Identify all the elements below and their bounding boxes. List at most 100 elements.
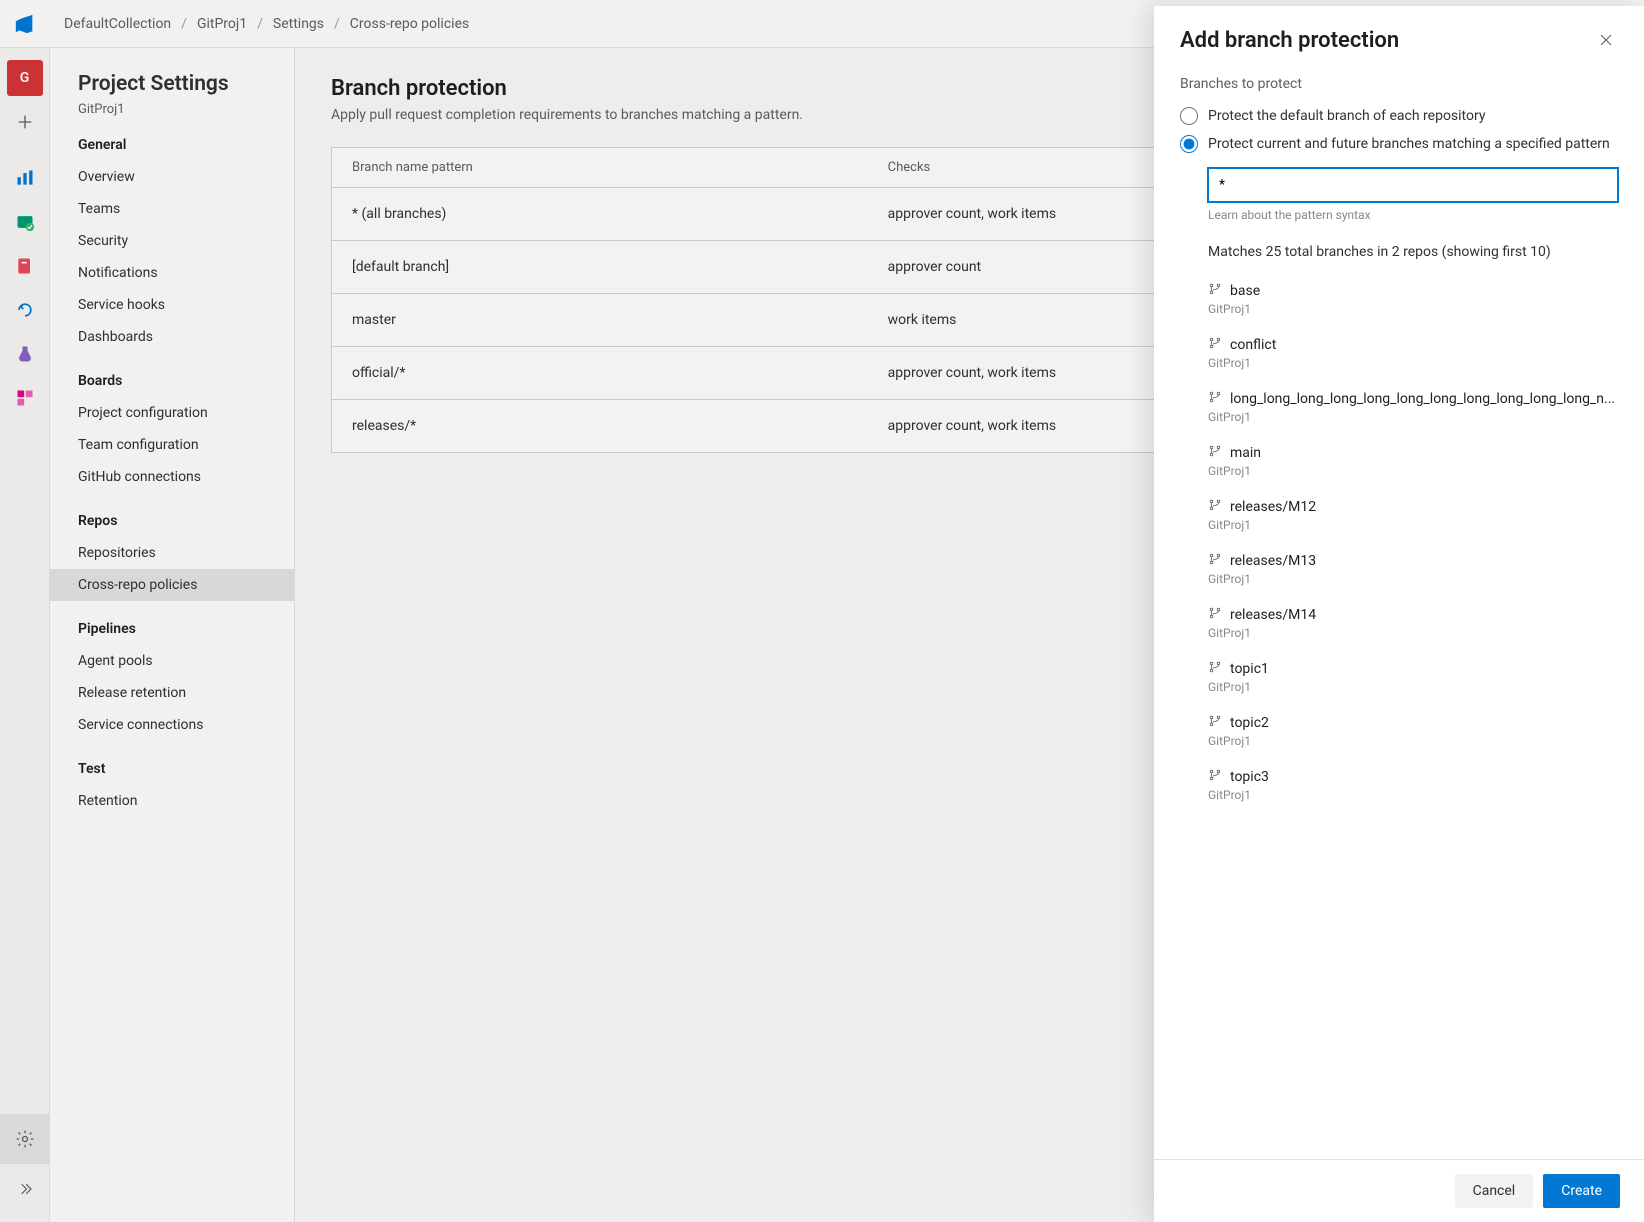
add-branch-protection-panel: Add branch protection Branches to protec… bbox=[1154, 6, 1644, 1222]
nav-group-label: Repos bbox=[78, 513, 294, 529]
branch-repo: GitProj1 bbox=[1208, 626, 1618, 640]
branch-icon bbox=[1208, 552, 1222, 570]
test-plans-icon[interactable] bbox=[7, 336, 43, 372]
radio-pattern-branch[interactable]: Protect current and future branches matc… bbox=[1180, 130, 1618, 158]
azure-devops-logo-icon[interactable] bbox=[14, 13, 36, 35]
cell-pattern: [default branch] bbox=[332, 241, 868, 294]
settings-nav-title: Project Settings bbox=[78, 72, 294, 96]
nav-item[interactable]: Agent pools bbox=[50, 645, 294, 677]
branch-icon bbox=[1208, 336, 1222, 354]
branch-match-row: topic2 GitProj1 bbox=[1208, 706, 1618, 760]
branch-name: releases/M14 bbox=[1208, 606, 1618, 624]
branch-icon bbox=[1208, 606, 1222, 624]
branch-match-row: releases/M12GitProj1 bbox=[1208, 490, 1618, 544]
branch-name: conflict bbox=[1208, 336, 1618, 354]
nav-item[interactable]: Release retention bbox=[50, 677, 294, 709]
breadcrumb-separator: / bbox=[257, 16, 263, 32]
breadcrumb-item[interactable]: Cross-repo policies bbox=[350, 16, 469, 32]
branch-repo: GitProj1 bbox=[1208, 788, 1618, 802]
branch-repo: GitProj1 bbox=[1208, 734, 1618, 748]
nav-group-label: Boards bbox=[78, 373, 294, 389]
branch-name: long_long_long_long_long_long_long_long_… bbox=[1208, 390, 1618, 408]
branch-name: topic3 bbox=[1208, 768, 1618, 786]
branch-name: main bbox=[1208, 444, 1618, 462]
branch-icon bbox=[1208, 714, 1222, 732]
nav-item[interactable]: Notifications bbox=[50, 257, 294, 289]
cancel-button[interactable]: Cancel bbox=[1455, 1174, 1534, 1208]
cell-pattern: * (all branches) bbox=[332, 188, 868, 241]
nav-item[interactable]: Team configuration bbox=[50, 429, 294, 461]
pattern-syntax-help-link[interactable]: Learn about the pattern syntax bbox=[1208, 208, 1618, 222]
branch-match-row: conflictGitProj1 bbox=[1208, 328, 1618, 382]
nav-item[interactable]: Overview bbox=[50, 161, 294, 193]
repos-icon[interactable] bbox=[7, 248, 43, 284]
branch-match-row: releases/M13 GitProj1 bbox=[1208, 544, 1618, 598]
branch-icon bbox=[1208, 768, 1222, 786]
branch-match-row: long_long_long_long_long_long_long_long_… bbox=[1208, 382, 1618, 436]
branch-match-row: releases/M14 GitProj1 bbox=[1208, 598, 1618, 652]
branches-to-protect-label: Branches to protect bbox=[1180, 76, 1618, 92]
radio-default-branch-input[interactable] bbox=[1180, 107, 1198, 125]
nav-item[interactable]: Retention bbox=[50, 785, 294, 817]
branch-icon bbox=[1208, 282, 1222, 300]
branch-repo: GitProj1 bbox=[1208, 464, 1618, 478]
cell-pattern: master bbox=[332, 294, 868, 347]
radio-default-branch[interactable]: Protect the default branch of each repos… bbox=[1180, 102, 1618, 130]
matches-summary: Matches 25 total branches in 2 repos (sh… bbox=[1208, 244, 1618, 260]
cell-pattern: releases/* bbox=[332, 400, 868, 453]
boards-icon[interactable] bbox=[7, 204, 43, 240]
overview-icon[interactable] bbox=[7, 160, 43, 196]
branch-match-row: main GitProj1 bbox=[1208, 436, 1618, 490]
cell-pattern: official/* bbox=[332, 347, 868, 400]
branch-name: releases/M13 bbox=[1208, 552, 1618, 570]
pattern-input[interactable] bbox=[1208, 168, 1618, 202]
breadcrumb-separator: / bbox=[334, 16, 340, 32]
nav-item[interactable]: Service connections bbox=[50, 709, 294, 741]
nav-item[interactable]: Cross-repo policies bbox=[50, 569, 294, 601]
pipelines-icon[interactable] bbox=[7, 292, 43, 328]
left-icon-rail: G bbox=[0, 48, 50, 1222]
branch-name: base bbox=[1208, 282, 1618, 300]
close-icon[interactable] bbox=[1594, 28, 1618, 56]
nav-item[interactable]: Security bbox=[50, 225, 294, 257]
nav-group-label: Test bbox=[78, 761, 294, 777]
branch-repo: GitProj1 bbox=[1208, 410, 1618, 424]
branch-icon bbox=[1208, 660, 1222, 678]
branch-icon bbox=[1208, 390, 1222, 408]
breadcrumb-item[interactable]: DefaultCollection bbox=[64, 16, 171, 32]
nav-item[interactable]: GitHub connections bbox=[50, 461, 294, 493]
create-button[interactable]: Create bbox=[1543, 1174, 1620, 1208]
branch-icon bbox=[1208, 444, 1222, 462]
nav-item[interactable]: Dashboards bbox=[50, 321, 294, 353]
branch-repo: GitProj1 bbox=[1208, 518, 1618, 532]
settings-nav: Project Settings GitProj1 General Overvie… bbox=[50, 48, 295, 1222]
radio-pattern-branch-input[interactable] bbox=[1180, 135, 1198, 153]
branch-match-row: base GitProj1 bbox=[1208, 274, 1618, 328]
branch-repo: GitProj1 bbox=[1208, 302, 1618, 316]
add-icon[interactable] bbox=[7, 104, 43, 140]
branch-match-row: topic1 GitProj1 bbox=[1208, 652, 1618, 706]
artifacts-icon[interactable] bbox=[7, 380, 43, 416]
branch-icon bbox=[1208, 498, 1222, 516]
panel-title: Add branch protection bbox=[1180, 28, 1399, 53]
nav-item[interactable]: Service hooks bbox=[50, 289, 294, 321]
project-avatar[interactable]: G bbox=[7, 60, 43, 96]
radio-default-branch-label: Protect the default branch of each repos… bbox=[1208, 108, 1485, 124]
nav-item[interactable]: Teams bbox=[50, 193, 294, 225]
nav-item[interactable]: Repositories bbox=[50, 537, 294, 569]
branch-match-row: topic3 GitProj1 bbox=[1208, 760, 1618, 814]
settings-nav-subtitle: GitProj1 bbox=[78, 102, 294, 117]
breadcrumb-item[interactable]: Settings bbox=[273, 16, 324, 32]
nav-item[interactable]: Project configuration bbox=[50, 397, 294, 429]
project-settings-icon[interactable] bbox=[0, 1114, 50, 1164]
breadcrumb-item[interactable]: GitProj1 bbox=[197, 16, 247, 32]
nav-group-label: General bbox=[78, 137, 294, 153]
branch-name: topic2 bbox=[1208, 714, 1618, 732]
expand-rail-icon[interactable] bbox=[0, 1164, 50, 1214]
branch-repo: GitProj1 bbox=[1208, 572, 1618, 586]
radio-pattern-branch-label: Protect current and future branches matc… bbox=[1208, 136, 1610, 152]
branch-name: topic1 bbox=[1208, 660, 1618, 678]
nav-group-label: Pipelines bbox=[78, 621, 294, 637]
branch-repo: GitProj1 bbox=[1208, 680, 1618, 694]
col-pattern: Branch name pattern bbox=[332, 148, 868, 188]
